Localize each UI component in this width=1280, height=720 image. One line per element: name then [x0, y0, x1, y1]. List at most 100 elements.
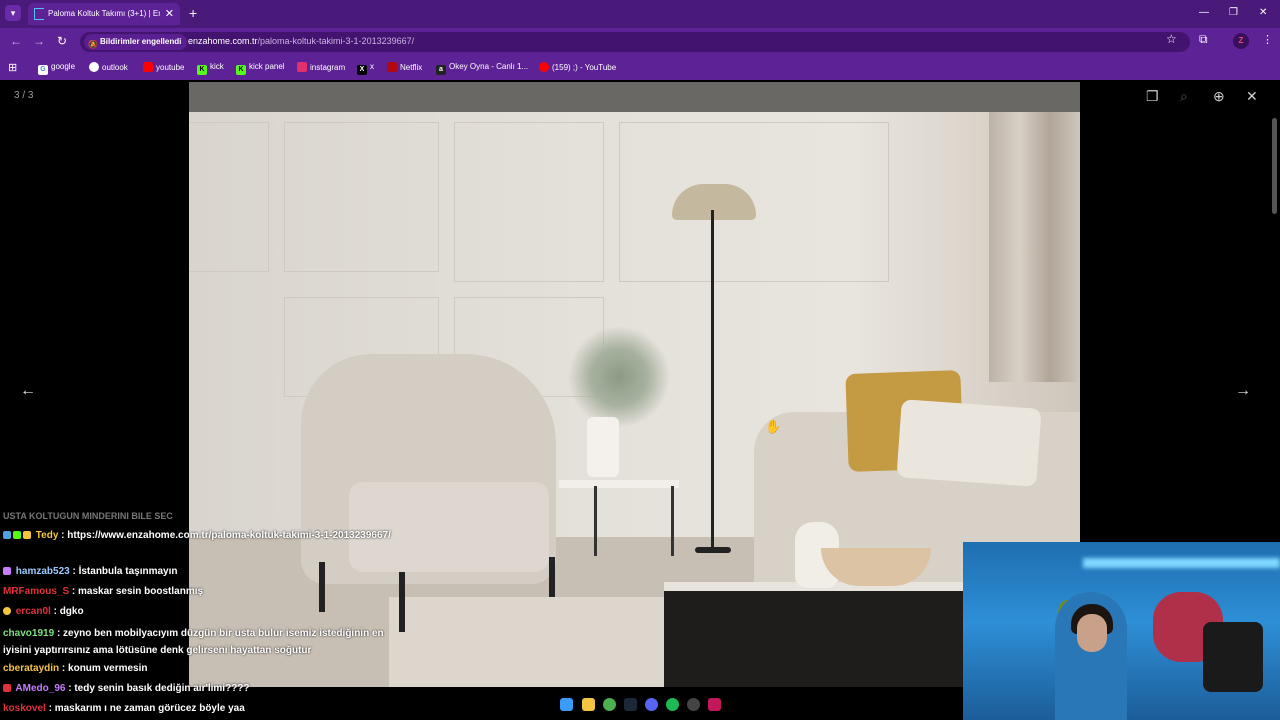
- restore-button[interactable]: ❐: [1229, 7, 1238, 18]
- taskbar: [555, 693, 730, 717]
- bookmark-outlook[interactable]: outlook: [89, 62, 128, 72]
- slideshow-icon[interactable]: ❐: [1146, 88, 1159, 105]
- youtube-icon: [539, 62, 549, 72]
- browser-toolbar: ← → ↻ 🔕 Bildirimler engellendi enzahome.…: [0, 28, 1280, 56]
- chrome-icon[interactable]: [603, 698, 616, 711]
- floor-lamp-pole: [711, 210, 714, 550]
- apps-grid-icon[interactable]: ⊞: [8, 61, 17, 74]
- back-arrow-icon[interactable]: ←: [10, 34, 22, 48]
- chat-username: AMedo_96: [15, 683, 66, 694]
- armchair-leg: [319, 562, 325, 612]
- photo-header-strip: [189, 82, 1080, 112]
- url-text[interactable]: enzahome.com.tr/paloma-koltuk-takimi-3-1…: [188, 36, 414, 46]
- chat-username: ercan0l: [15, 606, 51, 617]
- kick-icon: K: [236, 65, 246, 75]
- url-domain: enzahome.com.tr: [188, 36, 258, 46]
- chat-message: koskovel : maskarım ı ne zaman görücez b…: [3, 699, 245, 719]
- notifications-blocked-chip[interactable]: 🔕 Bildirimler engellendi: [84, 34, 188, 50]
- bookmark-x[interactable]: Xx: [357, 62, 374, 75]
- chat-username: koskovel: [3, 703, 46, 714]
- chat-text: : dgko: [53, 606, 84, 617]
- armchair-leg: [549, 557, 555, 597]
- browser-menu-icon[interactable]: ⋮: [1262, 33, 1273, 46]
- chat-username: MRFamous_S: [3, 586, 70, 597]
- okey-icon: a: [436, 65, 446, 75]
- discord-icon[interactable]: [645, 698, 658, 711]
- previous-image-arrow-icon[interactable]: ←: [20, 382, 36, 400]
- chat-username: cberataydin: [3, 663, 60, 674]
- tab-search-button[interactable]: ▾: [5, 5, 21, 21]
- extensions-puzzle-icon[interactable]: ⧉: [1199, 32, 1208, 47]
- bookmark-star-icon[interactable]: ☆: [1166, 32, 1177, 46]
- steam-active-icon[interactable]: [708, 698, 721, 711]
- bookmark-okey[interactable]: a Okey Oyna - Canlı 1...: [436, 62, 528, 75]
- notifications-blocked-label: Bildirimler engellendi: [100, 37, 182, 46]
- bookmarks-bar: ⊞ Ggoogle outlook youtube Kkick Kkick pa…: [0, 56, 1280, 80]
- chat-text: : maskarım ı ne zaman görücez böyle yaa: [48, 703, 245, 714]
- youtube-icon: [143, 62, 153, 72]
- address-bar[interactable]: 🔕 Bildirimler engellendi enzahome.com.tr…: [80, 32, 1190, 52]
- patterned-pillow: [896, 399, 1042, 487]
- chat-badge-icon: [3, 607, 11, 615]
- bookmark-kick-panel[interactable]: Kkick panel: [236, 62, 285, 75]
- site-favicon-icon: [34, 8, 44, 20]
- curtain: [989, 112, 1080, 382]
- chat-message: chavo1919 : zeyno ben mobilyacıyım düzgü…: [3, 625, 403, 659]
- side-table-leg: [594, 486, 597, 556]
- chat-message: MRFamous_S : maskar sesin boostlanmış: [3, 582, 203, 602]
- active-tab[interactable]: Paloma Koltuk Takımı (3+1) | En ✕: [28, 3, 180, 25]
- bookmark-kick[interactable]: Kkick: [197, 62, 224, 75]
- windows-start-icon[interactable]: [560, 698, 573, 711]
- bell-off-icon: 🔕: [88, 40, 98, 49]
- x-icon: X: [357, 65, 367, 75]
- chat-message: hamzab523 : İstanbula taşınmayın: [3, 562, 178, 582]
- next-image-arrow-icon[interactable]: →: [1235, 382, 1251, 400]
- chat-text: : https://www.enzahome.com.tr/paloma-kol…: [61, 530, 391, 541]
- floor-lamp-base: [695, 547, 731, 553]
- chat-badge-icon: [3, 684, 11, 692]
- kick-icon: K: [197, 65, 207, 75]
- wall-panel: [619, 122, 889, 282]
- chat-message: cberataydin : konum vermesin: [3, 659, 148, 679]
- profile-avatar[interactable]: Z: [1233, 33, 1249, 49]
- chat-username: hamzab523: [15, 566, 70, 577]
- zoom-in-icon[interactable]: ⊕: [1213, 88, 1225, 105]
- minimize-button[interactable]: —: [1199, 7, 1209, 18]
- new-tab-button[interactable]: +: [189, 5, 197, 21]
- scrollbar-thumb[interactable]: [1272, 118, 1277, 214]
- zoom-out-icon[interactable]: ⌕: [1180, 88, 1188, 105]
- chat-message: Tedy : https://www.enzahome.com.tr/palom…: [3, 527, 403, 544]
- webcam-overlay: [963, 542, 1280, 720]
- chat-message: ercan0l : dgko: [3, 602, 84, 622]
- reload-icon[interactable]: ↻: [57, 34, 67, 48]
- bookmark-youtube[interactable]: youtube: [143, 62, 184, 72]
- chat-message: AMedo_96 : tedy senin basık dediğin air'…: [3, 679, 250, 699]
- close-window-button[interactable]: ✕: [1259, 7, 1267, 18]
- streamer-face: [1077, 614, 1107, 652]
- forward-arrow-icon[interactable]: →: [33, 34, 45, 48]
- tab-title: Paloma Koltuk Takımı (3+1) | En: [48, 9, 160, 18]
- floor-lamp-shade: [672, 184, 756, 220]
- url-path: /paloma-koltuk-takimi-3-1-2013239667/: [257, 36, 415, 46]
- product-photo[interactable]: [189, 82, 1080, 687]
- bookmark-netflix[interactable]: Netflix: [387, 62, 422, 72]
- chat-text: : maskar sesin boostlanmış: [71, 586, 204, 597]
- close-lightbox-icon[interactable]: ✕: [1246, 88, 1258, 105]
- chat-username: chavo1919: [3, 628, 55, 639]
- obs-icon[interactable]: [687, 698, 700, 711]
- chat-badge-icon: [3, 531, 11, 539]
- bookmark-instagram[interactable]: instagram: [297, 62, 345, 72]
- bookmark-youtube-channel[interactable]: (159) ;) - YouTube: [539, 62, 616, 72]
- file-explorer-icon[interactable]: [582, 698, 595, 711]
- outlook-icon: [89, 62, 99, 72]
- spotify-icon[interactable]: [666, 698, 679, 711]
- chat-badge-icon: [23, 531, 31, 539]
- led-light-strip: [1083, 558, 1280, 568]
- chat-text: : zeyno ben mobilyacıyım düzgün bir usta…: [3, 628, 384, 656]
- steam-icon[interactable]: [624, 698, 637, 711]
- bookmark-google[interactable]: Ggoogle: [38, 62, 75, 75]
- gaming-chair: [1203, 622, 1263, 692]
- tab-close-icon[interactable]: ✕: [165, 7, 174, 20]
- eucalyptus-plant: [569, 327, 669, 427]
- wall-panel: [284, 122, 439, 272]
